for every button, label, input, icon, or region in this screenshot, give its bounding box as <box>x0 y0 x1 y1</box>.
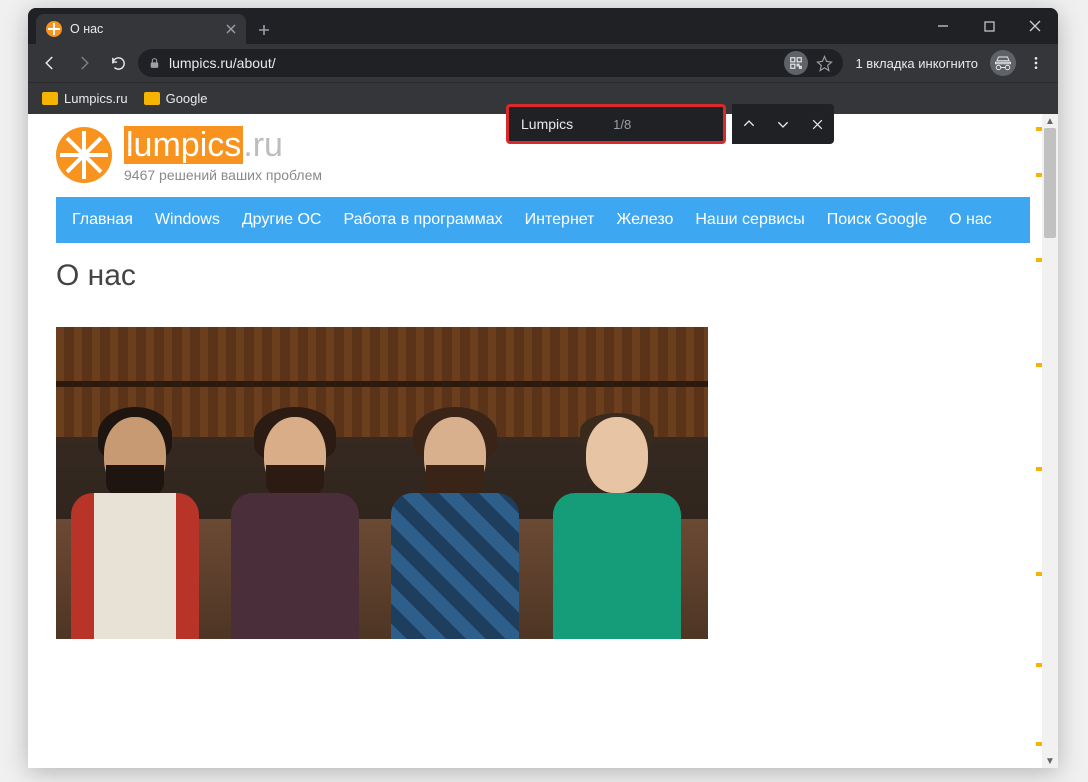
window-controls <box>920 8 1058 44</box>
folder-icon <box>42 92 58 105</box>
star-bookmark-icon[interactable] <box>816 55 833 72</box>
find-in-page-bar: Lumpics 1/8 <box>506 104 834 144</box>
find-prev-button[interactable] <box>732 104 766 144</box>
find-close-button[interactable] <box>800 104 834 144</box>
nav-item[interactable]: Работа в программах <box>343 211 502 229</box>
folder-icon <box>144 92 160 105</box>
tab-active[interactable]: О нас <box>36 14 246 44</box>
nav-item[interactable]: Интернет <box>525 211 595 229</box>
scrollbar-thumb[interactable] <box>1044 128 1056 238</box>
address-bar[interactable]: lumpics.ru/about/ <box>138 49 843 77</box>
forward-button[interactable] <box>70 49 98 77</box>
lock-icon <box>148 57 161 70</box>
find-count: 1/8 <box>613 117 631 132</box>
incognito-icon[interactable] <box>990 50 1016 76</box>
incognito-label: 1 вкладка инкогнито <box>849 56 984 71</box>
hero-image <box>56 327 708 639</box>
back-button[interactable] <box>36 49 64 77</box>
tab-title: О нас <box>70 22 103 36</box>
nav-item[interactable]: Другие ОС <box>242 211 322 229</box>
nav-item[interactable]: О нас <box>949 211 992 229</box>
scroll-up-icon[interactable]: ▲ <box>1042 114 1058 128</box>
find-next-button[interactable] <box>766 104 800 144</box>
close-window-button[interactable] <box>1012 8 1058 44</box>
browser-window: О нас lumpics.ru/about/ <box>28 8 1058 768</box>
reload-button[interactable] <box>104 49 132 77</box>
logo-suffix: .ru <box>243 126 283 164</box>
url-text: lumpics.ru/about/ <box>169 55 276 71</box>
main-nav: Главная Windows Другие ОС Работа в прогр… <box>56 197 1030 243</box>
find-query: Lumpics <box>521 116 573 132</box>
tab-strip: О нас <box>28 8 1058 44</box>
page-heading: О нас <box>56 259 1030 293</box>
nav-item[interactable]: Наши сервисы <box>695 211 804 229</box>
page-content: lumpics.ru 9467 решений ваших проблем Гл… <box>28 114 1058 768</box>
bookmark-label: Lumpics.ru <box>64 91 128 106</box>
page-viewport: lumpics.ru 9467 решений ваших проблем Гл… <box>28 114 1058 768</box>
maximize-button[interactable] <box>966 8 1012 44</box>
bookmark-item[interactable]: Google <box>144 91 208 106</box>
site-logo-text[interactable]: lumpics.ru <box>124 126 322 165</box>
find-result-marks <box>1036 114 1042 768</box>
toolbar: lumpics.ru/about/ 1 вкладка инкогнито <box>28 44 1058 82</box>
nav-item[interactable]: Поиск Google <box>827 211 927 229</box>
favicon-icon <box>46 21 62 37</box>
site-tagline: 9467 решений ваших проблем <box>124 167 322 183</box>
site-logo-icon[interactable] <box>56 127 112 183</box>
find-input-box[interactable]: Lumpics 1/8 <box>506 104 726 144</box>
minimize-button[interactable] <box>920 8 966 44</box>
close-tab-icon[interactable] <box>226 24 236 34</box>
new-tab-button[interactable] <box>250 16 278 44</box>
nav-item[interactable]: Железо <box>616 211 673 229</box>
nav-item[interactable]: Главная <box>72 211 133 229</box>
logo-highlight: lumpics <box>124 126 243 164</box>
bookmark-label: Google <box>166 91 208 106</box>
menu-button[interactable] <box>1022 49 1050 77</box>
vertical-scrollbar[interactable]: ▲ ▼ <box>1042 114 1058 768</box>
scroll-down-icon[interactable]: ▼ <box>1042 754 1058 768</box>
nav-item[interactable]: Windows <box>155 211 220 229</box>
share-qr-icon[interactable] <box>784 51 808 75</box>
bookmark-item[interactable]: Lumpics.ru <box>42 91 128 106</box>
